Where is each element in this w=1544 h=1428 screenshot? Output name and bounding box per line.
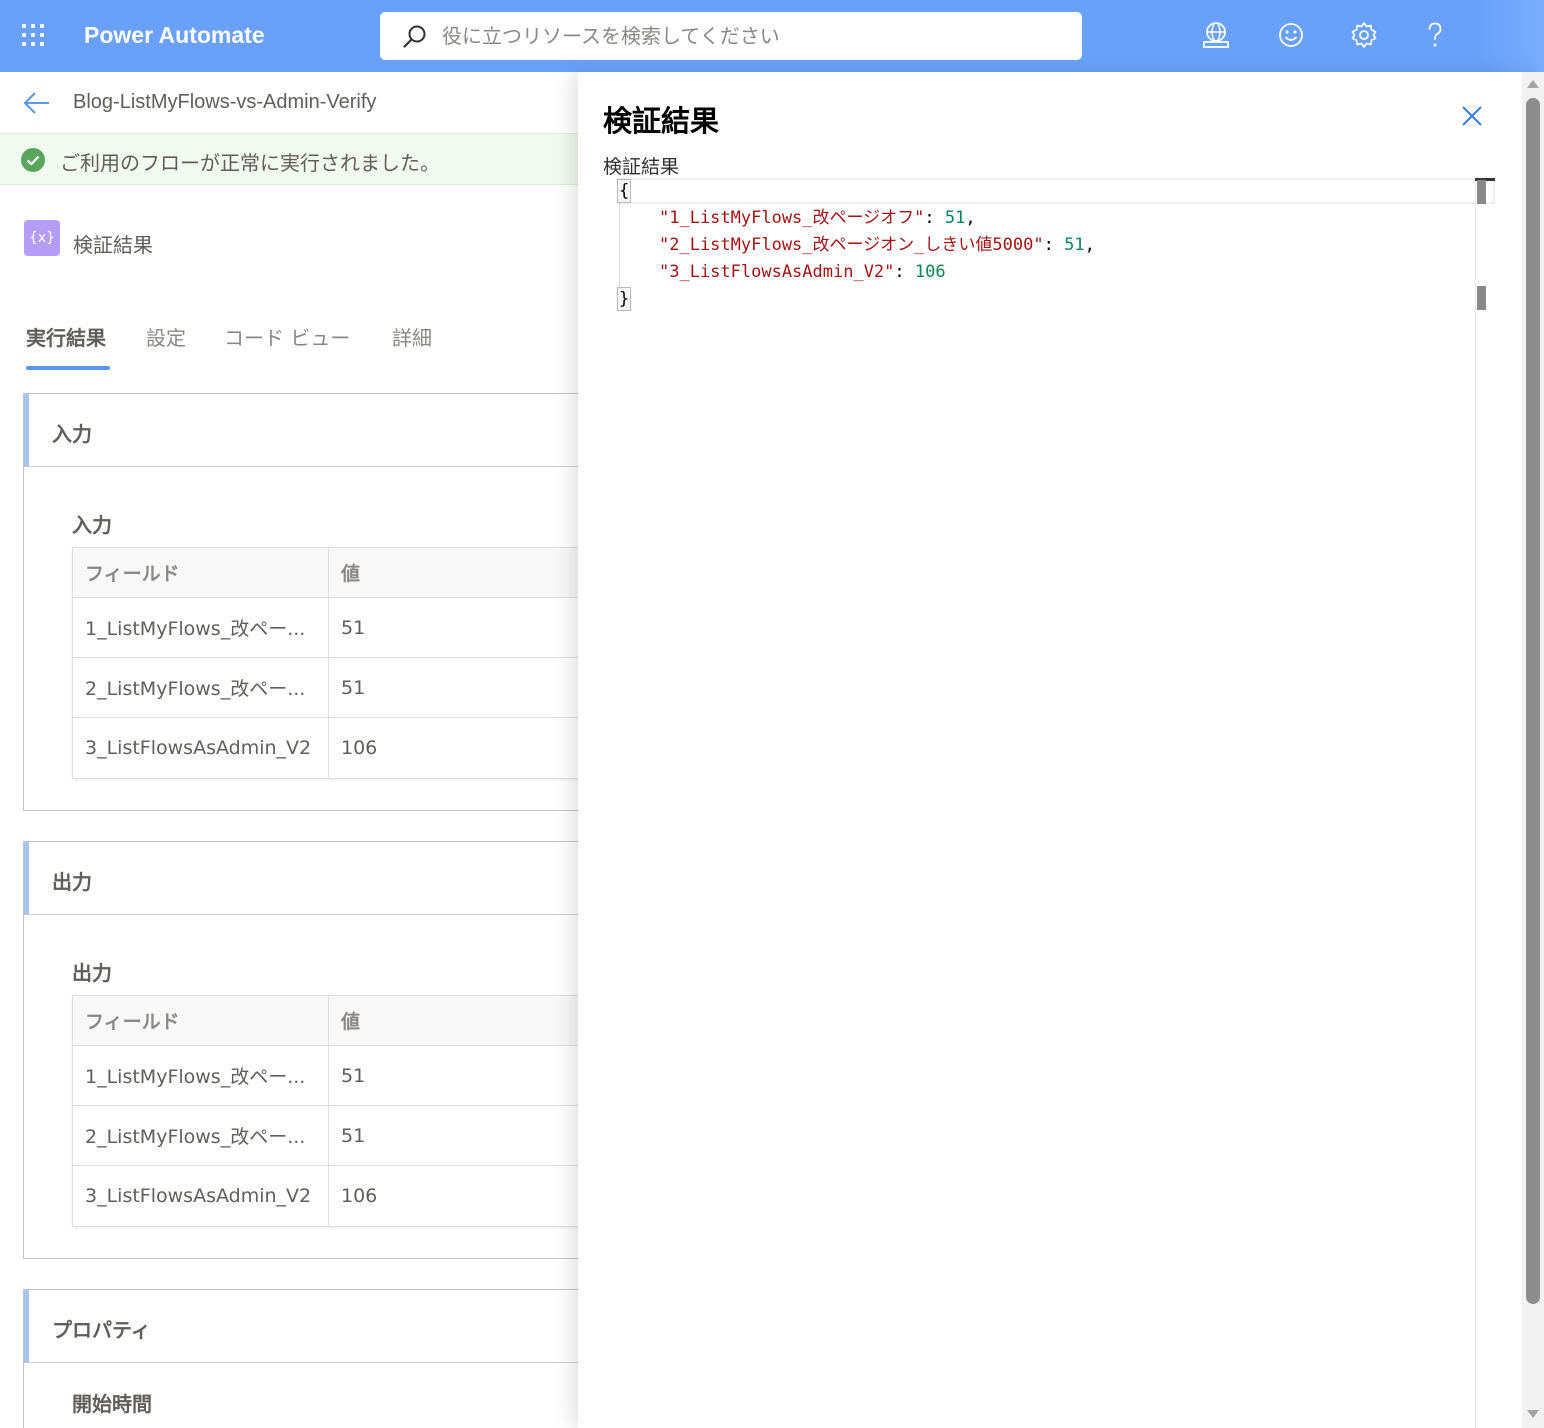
outputs-subtitle: 出力 [72, 961, 112, 985]
field-cell: 2_ListMyFlows_改ペー... [73, 1106, 329, 1165]
page-scrollbar[interactable] [1522, 72, 1544, 1428]
result-detail-panel: 検証結果 検証結果 { "1_ListMyFlows_改ページオフ": 51, … [578, 72, 1544, 1428]
code-line: "2_ListMyFlows_改ページオン_しきい値5000": 51, [659, 235, 1095, 255]
column-header-value: 値 [341, 1011, 361, 1033]
code-line: } [617, 286, 1095, 313]
json-key: "1_ListMyFlows_改ページオフ" [659, 208, 925, 228]
app-title[interactable]: Power Automate [84, 22, 265, 49]
value-cell: 106 [341, 737, 378, 759]
code-line: "1_ListMyFlows_改ページオフ": 51, [659, 208, 976, 228]
value-cell: 51 [341, 616, 366, 639]
outputs-table: フィールド 値 1_ListMyFlows_改ペー... 51 2_ListMy… [72, 995, 632, 1227]
scrollbar-thumb[interactable] [1526, 98, 1540, 1304]
json-open-brace: { [617, 179, 632, 203]
search-box[interactable] [380, 12, 1082, 60]
environment-icon[interactable] [1201, 20, 1231, 50]
field-cell: 3_ListFlowsAsAdmin_V2 [73, 1166, 329, 1226]
json-close-brace: } [617, 287, 632, 311]
tab-code-view[interactable]: コード ビュー [224, 322, 350, 351]
editor-overview-marker [1477, 180, 1486, 204]
app-launcher-icon[interactable] [22, 24, 48, 50]
table-row: 3_ListFlowsAsAdmin_V2 106 [73, 718, 631, 778]
search-input[interactable] [442, 20, 1062, 52]
inputs-table: フィールド 値 1_ListMyFlows_改ペー... 51 2_ListMy… [72, 547, 632, 779]
table-row: 2_ListMyFlows_改ペー... 51 [73, 1106, 631, 1166]
panel-title: 検証結果 [603, 104, 720, 138]
table-row: 2_ListMyFlows_改ペー... 51 [73, 658, 631, 718]
success-check-icon [21, 148, 45, 172]
table-row: 1_ListMyFlows_改ペー... 51 [73, 1046, 631, 1106]
action-name: 検証結果 [73, 233, 153, 257]
json-code-editor[interactable]: { "1_ListMyFlows_改ページオフ": 51, "2_ListMyF… [617, 178, 1495, 1428]
field-cell: 3_ListFlowsAsAdmin_V2 [73, 718, 329, 778]
tab-run-results[interactable]: 実行結果 [26, 322, 106, 351]
code-line: "3_ListFlowsAsAdmin_V2": 106 [659, 262, 946, 282]
field-cell: 1_ListMyFlows_改ペー... [73, 1046, 329, 1105]
success-message: ご利用のフローが正常に実行されました。 [60, 151, 440, 175]
json-comma: , [965, 208, 976, 228]
json-key: "2_ListMyFlows_改ページオン_しきい値5000" [659, 235, 1044, 255]
editor-scrollbar-thumb[interactable] [1477, 286, 1486, 310]
search-icon [403, 25, 426, 48]
tab-settings[interactable]: 設定 [146, 322, 186, 351]
close-icon[interactable] [1460, 104, 1484, 128]
avatar[interactable] [1480, 0, 1544, 72]
top-bar: Power Automate [0, 0, 1544, 72]
help-question-icon[interactable] [1420, 20, 1450, 50]
success-message-bar: ご利用のフローが正常に実行されました。 [0, 133, 600, 185]
json-number: 51 [944, 208, 966, 228]
variable-action-icon: {x} [24, 220, 60, 256]
scroll-down-arrow-icon[interactable] [1527, 1410, 1539, 1418]
field-cell: 1_ListMyFlows_改ペー... [73, 598, 329, 657]
table-header-row: フィールド 値 [73, 548, 631, 598]
column-header-value: 値 [341, 563, 361, 585]
inputs-section: 入力 入力 フィールド 値 1_ListMyFlows_改ペー... 51 2_… [23, 393, 632, 811]
inputs-section-title: 入力 [52, 422, 92, 446]
json-comma: , [1084, 235, 1095, 255]
inputs-subtitle: 入力 [72, 513, 112, 537]
table-header-row: フィールド 値 [73, 996, 631, 1046]
json-code: { "1_ListMyFlows_改ページオフ": 51, "2_ListMyF… [617, 178, 1095, 313]
properties-section-title: プロパティ [52, 1318, 151, 1342]
flow-name: Blog-ListMyFlows-vs-Admin-Verify [73, 91, 377, 113]
value-cell: 51 [341, 1064, 366, 1087]
scroll-up-arrow-icon[interactable] [1527, 80, 1539, 88]
field-cell: 2_ListMyFlows_改ペー... [73, 658, 329, 717]
json-key: "3_ListFlowsAsAdmin_V2" [659, 262, 895, 282]
active-tab-indicator [26, 366, 110, 370]
json-number: 106 [914, 262, 946, 282]
start-time-label: 開始時間 [72, 1392, 152, 1416]
table-row: 3_ListFlowsAsAdmin_V2 106 [73, 1166, 631, 1226]
properties-section: プロパティ 開始時間 [23, 1289, 623, 1428]
outputs-section-title: 出力 [52, 870, 92, 894]
code-line: { [617, 178, 1095, 205]
outputs-section-header[interactable]: 出力 [24, 842, 622, 915]
table-row: 1_ListMyFlows_改ペー... 51 [73, 598, 631, 658]
value-cell: 51 [341, 1124, 366, 1147]
json-number: 51 [1064, 235, 1085, 255]
column-header-field: フィールド [73, 548, 329, 597]
outputs-section: 出力 出力 フィールド 値 1_ListMyFlows_改ペー... 51 2_… [23, 841, 632, 1259]
column-header-field: フィールド [73, 996, 329, 1045]
inputs-section-header[interactable]: 入力 [24, 394, 622, 467]
field-label: 検証結果 [603, 156, 680, 178]
settings-gear-icon[interactable] [1349, 20, 1379, 50]
back-arrow-icon[interactable] [22, 88, 52, 118]
value-cell: 106 [341, 1185, 378, 1207]
value-cell: 51 [341, 676, 366, 699]
feedback-smiley-icon[interactable] [1276, 20, 1306, 50]
properties-section-header[interactable]: プロパティ [24, 1290, 622, 1363]
tab-details[interactable]: 詳細 [392, 322, 432, 351]
editor-scrollbar[interactable] [1475, 178, 1495, 1428]
